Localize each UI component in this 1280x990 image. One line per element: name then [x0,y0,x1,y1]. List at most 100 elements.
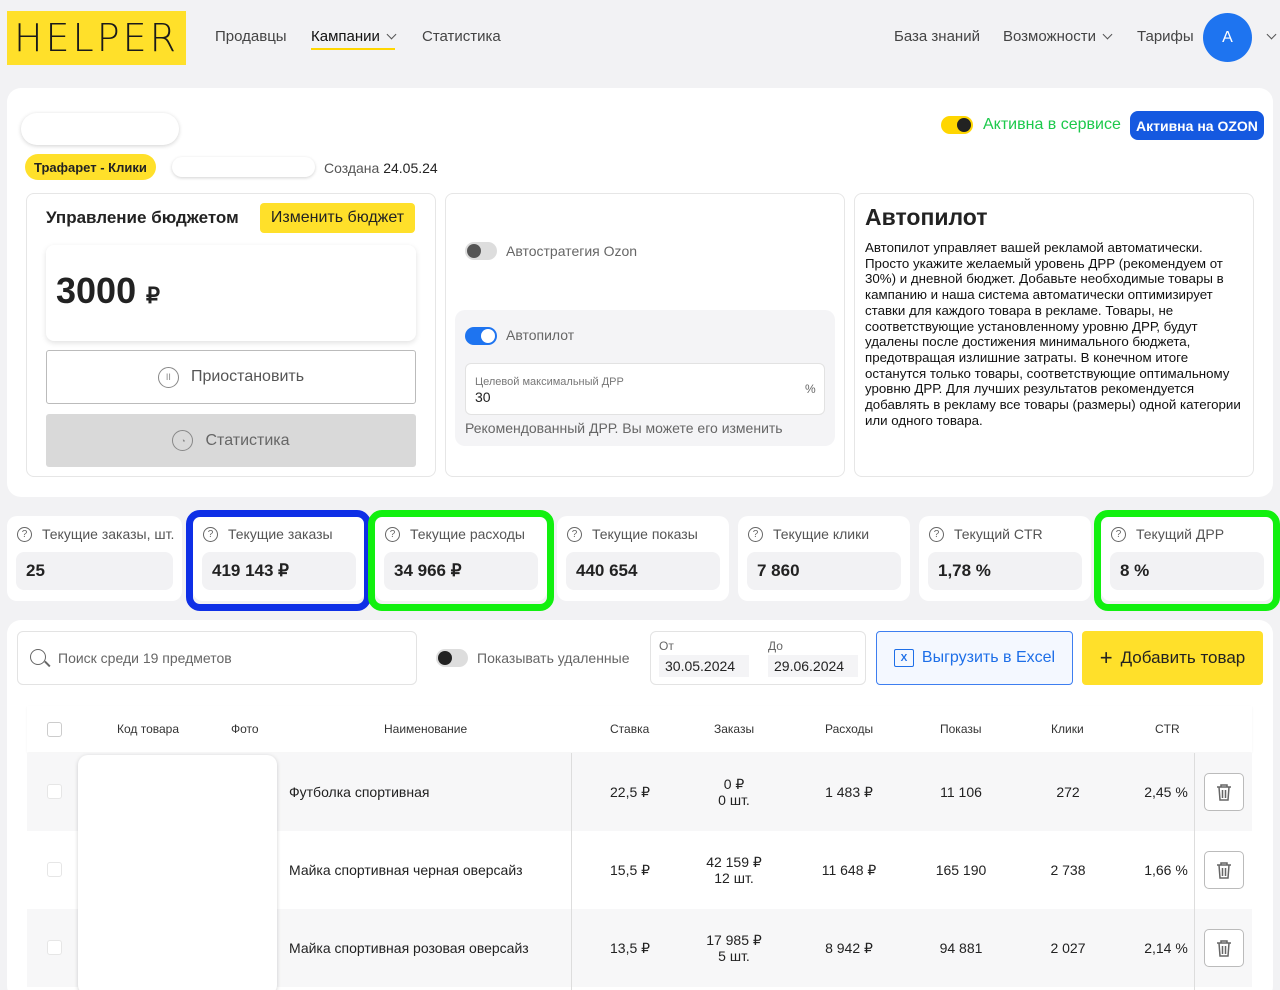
row-checkbox[interactable] [47,862,62,877]
add-product-button[interactable]: + Добавить товар [1082,631,1263,685]
col-header-clicks[interactable]: Клики [1051,722,1084,736]
nav-link-features[interactable]: Возможности [1003,28,1113,45]
autopilot-toggle[interactable] [465,327,497,345]
service-active-toggle[interactable] [941,116,973,134]
col-header-spend[interactable]: Расходы [825,722,873,736]
metric-value: 440 654 [566,552,720,590]
drr-hint: Рекомендованный ДРР. Вы можете его измен… [465,420,783,436]
product-name[interactable]: Майка спортивная черная оверсайз [289,862,523,878]
col-header-ctr[interactable]: CTR [1155,722,1180,736]
highlight-drr [1094,510,1280,611]
orders-qty: 5 шт. [718,948,750,964]
autostrategy-toggle[interactable] [465,242,497,260]
toggle-knob [438,651,452,665]
product-clicks: 2 027 [1050,940,1086,956]
product-bid[interactable]: 15,5 ₽ [610,862,650,879]
chevron-down-icon[interactable] [1266,29,1277,40]
helper-logo[interactable]: HELPER [7,11,186,65]
metric-label-text: Текущий CTR [954,526,1043,542]
metric-label-text: Текущие клики [773,526,870,542]
delete-product-button[interactable] [1204,851,1244,889]
product-spend: 1 483 ₽ [825,784,873,800]
top-navigation: HELPER Продавцы Кампании Статистика База… [0,0,1280,76]
highlight-orders-sum [186,510,371,611]
change-budget-button[interactable]: Изменить бюджет [260,203,415,233]
product-ctr: 2,14 % [1144,940,1188,956]
orders-sum: 42 159 ₽ [706,854,762,870]
help-icon[interactable]: ? [17,526,32,542]
product-orders: 17 985 ₽5 шт. [699,932,769,964]
delete-product-button[interactable] [1204,773,1244,811]
help-icon[interactable]: ? [567,526,582,542]
col-header-code[interactable]: Код товара [117,722,179,736]
product-views: 11 106 [940,784,982,800]
nav-link-statistics[interactable]: Статистика [422,28,501,45]
nav-link-pricing[interactable]: Тарифы [1137,28,1194,45]
autopilot-info-text: Автопилот управляет вашей рекламой автом… [865,240,1241,428]
orders-qty: 0 шт. [718,792,750,808]
trash-icon [1217,862,1231,879]
nav-link-knowledge-base[interactable]: База знаний [894,28,980,45]
autopilot-label: Автопилот [506,327,575,343]
col-header-views[interactable]: Показы [940,722,981,736]
help-icon[interactable]: ? [929,526,944,542]
trash-icon [1217,940,1231,957]
autostrategy-label: Автостратегия Ozon [506,243,638,259]
target-drr-input[interactable] [465,363,825,415]
product-clicks: 272 [1056,784,1080,800]
product-spend: 8 942 ₽ [825,940,873,956]
nav-link-features-label: Возможности [1003,28,1096,45]
metric-label: ? Текущие клики [748,526,869,542]
product-views: 165 190 [935,862,987,878]
product-orders: 42 159 ₽12 шт. [699,854,769,886]
show-deleted-toggle[interactable] [436,649,468,667]
col-header-name[interactable]: Наименование [384,722,467,736]
nav-link-sellers[interactable]: Продавцы [215,28,287,45]
orders-sum: 0 ₽ [723,776,745,792]
nav-link-campaigns[interactable]: Кампании [311,28,397,50]
metric-clicks: ? Текущие клики 7 860 [738,516,910,601]
export-excel-button[interactable]: X Выгрузить в Excel [876,631,1073,685]
metric-value: 25 [16,552,173,590]
date-to-input[interactable]: 29.06.2024 [768,655,858,677]
row-checkbox[interactable] [47,784,62,799]
metric-label: ? Текущий CTR [929,526,1043,542]
date-from-label: От [659,639,674,653]
target-drr-value[interactable]: 30 [475,389,491,405]
help-icon[interactable]: ? [748,526,763,542]
search-icon [30,649,46,665]
product-bid[interactable]: 22,5 ₽ [610,784,650,801]
orders-sum: 17 985 ₽ [706,932,762,948]
statistics-button[interactable]: ◔ Статистика [46,414,416,467]
metric-value: 7 860 [747,552,901,590]
created-label: Создана [324,160,380,176]
service-status-label: Активна в сервисе [983,116,1121,133]
percent-unit: % [805,382,816,396]
user-avatar[interactable]: A [1203,13,1252,62]
date-from-input[interactable]: 30.05.2024 [659,655,749,677]
pie-chart-icon: ◔ [172,430,194,451]
campaign-name-field[interactable] [21,113,179,145]
select-all-checkbox[interactable] [47,722,62,737]
created-value: 24.05.24 [383,160,438,176]
autopilot-info-title: Автопилот [865,204,988,230]
product-name[interactable]: Футболка спортивная [289,784,429,800]
highlight-spend [368,510,554,611]
delete-product-button[interactable] [1204,929,1244,967]
statistics-button-label: Статистика [205,431,290,449]
chevron-down-icon [386,29,397,40]
pause-button[interactable]: II Приостановить [46,350,416,404]
product-bid[interactable]: 13,5 ₽ [610,940,650,957]
product-spend: 11 648 ₽ [821,862,877,878]
column-divider [1194,753,1195,990]
col-header-bid[interactable]: Ставка [610,722,649,736]
budget-currency: ₽ [146,283,160,308]
product-name[interactable]: Майка спортивная розовая оверсайз [289,940,529,956]
plus-icon: + [1099,645,1113,670]
excel-icon: X [893,649,914,667]
pause-icon: II [157,366,179,388]
row-checkbox[interactable] [47,940,62,955]
col-header-orders[interactable]: Заказы [714,722,754,736]
product-ctr: 1,66 % [1144,862,1188,878]
campaign-id-field[interactable] [172,157,315,177]
